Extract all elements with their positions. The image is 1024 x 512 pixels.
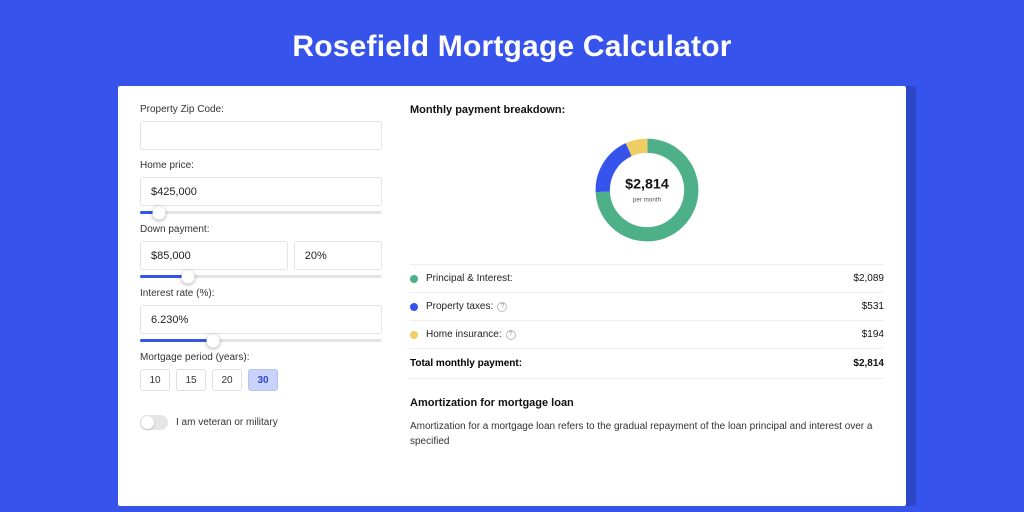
- help-icon[interactable]: ?: [506, 330, 516, 340]
- down-payment-slider-thumb[interactable]: [182, 270, 195, 283]
- interest-rate-label: Interest rate (%):: [140, 288, 382, 299]
- period-option-10[interactable]: 10: [140, 369, 170, 391]
- legend: Principal & Interest:$2,089Property taxe…: [410, 264, 884, 349]
- interest-rate-slider-fill: [140, 339, 213, 342]
- legend-value: $2,089: [853, 273, 884, 284]
- down-payment-slider[interactable]: [140, 275, 382, 278]
- amortization-body: Amortization for a mortgage loan refers …: [410, 419, 884, 449]
- amortization-title: Amortization for mortgage loan: [410, 397, 884, 409]
- period-option-15[interactable]: 15: [176, 369, 206, 391]
- home-price-slider[interactable]: [140, 211, 382, 214]
- legend-dot: [410, 303, 418, 311]
- legend-row: Property taxes: ?$531: [410, 293, 884, 321]
- home-price-slider-thumb[interactable]: [153, 206, 166, 219]
- zip-input[interactable]: [140, 121, 382, 150]
- calculator-panel: Property Zip Code: Home price: Down paym…: [118, 86, 906, 506]
- donut-svg: $2,814 per month: [587, 130, 707, 250]
- donut-center-sub: per month: [633, 196, 662, 203]
- home-price-label: Home price:: [140, 160, 382, 171]
- mortgage-period-group: 10 15 20 30: [140, 369, 382, 391]
- down-payment-input[interactable]: [140, 241, 288, 270]
- total-row: Total monthly payment: $2,814: [410, 349, 884, 379]
- legend-value: $531: [862, 301, 884, 312]
- legend-row: Home insurance: ?$194: [410, 321, 884, 349]
- period-option-30[interactable]: 30: [248, 369, 278, 391]
- down-payment-pct-input[interactable]: [294, 241, 382, 270]
- breakdown-panel: Monthly payment breakdown: $2,814 per mo…: [410, 102, 884, 506]
- donut-center-value: $2,814: [625, 177, 669, 193]
- veteran-label: I am veteran or military: [176, 417, 278, 428]
- help-icon[interactable]: ?: [497, 302, 507, 312]
- down-payment-label: Down payment:: [140, 224, 382, 235]
- interest-rate-slider-thumb[interactable]: [206, 334, 219, 347]
- donut-chart: $2,814 per month: [410, 122, 884, 264]
- interest-rate-input[interactable]: [140, 305, 382, 334]
- interest-rate-slider[interactable]: [140, 339, 382, 342]
- zip-label: Property Zip Code:: [140, 104, 382, 115]
- breakdown-title: Monthly payment breakdown:: [410, 104, 884, 116]
- period-option-20[interactable]: 20: [212, 369, 242, 391]
- legend-value: $194: [862, 329, 884, 340]
- veteran-toggle[interactable]: [140, 415, 168, 430]
- legend-dot: [410, 331, 418, 339]
- page-title: Rosefield Mortgage Calculator: [0, 0, 1024, 86]
- legend-label: Home insurance: ?: [426, 329, 862, 340]
- total-label: Total monthly payment:: [410, 358, 853, 369]
- legend-dot: [410, 275, 418, 283]
- mortgage-period-label: Mortgage period (years):: [140, 352, 382, 363]
- legend-row: Principal & Interest:$2,089: [410, 264, 884, 293]
- total-value: $2,814: [853, 358, 884, 369]
- legend-label: Property taxes: ?: [426, 301, 862, 312]
- legend-label: Principal & Interest:: [426, 273, 853, 284]
- home-price-input[interactable]: [140, 177, 382, 206]
- input-form: Property Zip Code: Home price: Down paym…: [140, 102, 382, 506]
